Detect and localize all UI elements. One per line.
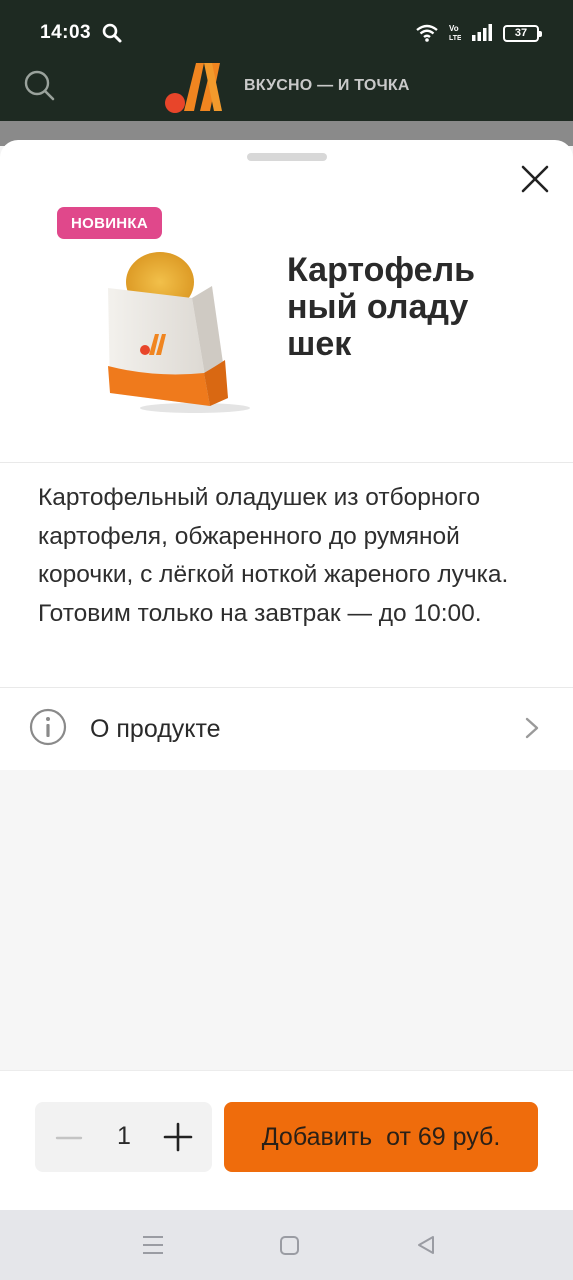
back-icon[interactable] bbox=[416, 1234, 436, 1256]
signal-icon bbox=[472, 24, 492, 41]
svg-text:Vo: Vo bbox=[449, 24, 459, 33]
search-icon bbox=[102, 23, 122, 43]
product-description: Картофельный оладушек из отборного карто… bbox=[38, 479, 548, 633]
svg-text:LTE: LTE bbox=[449, 35, 461, 42]
app-header: ВКУСНО — И ТОЧКА bbox=[0, 56, 573, 121]
add-to-cart-button[interactable]: Добавить от 69 руб. bbox=[224, 1102, 538, 1172]
about-product-label: О продукте bbox=[90, 715, 221, 743]
about-product-row[interactable]: О продукте bbox=[0, 688, 573, 770]
search-icon[interactable] bbox=[22, 68, 56, 102]
recent-apps-icon[interactable] bbox=[141, 1234, 165, 1256]
minus-icon[interactable] bbox=[55, 1124, 83, 1152]
empty-content-area bbox=[0, 770, 573, 1070]
quantity-value: 1 bbox=[117, 1122, 131, 1150]
status-time: 14:03 bbox=[40, 22, 92, 43]
divider bbox=[0, 462, 573, 463]
order-bar: 1 Добавить от 69 руб. bbox=[0, 1070, 573, 1210]
battery-level: 37 bbox=[514, 27, 528, 39]
product-image bbox=[108, 252, 250, 413]
app-top-bar: 14:03 Vo LTE 37 ВКУСНО — И ТОЧКА bbox=[0, 0, 573, 121]
info-icon bbox=[29, 708, 67, 746]
brand-text: ВКУСНО — И ТОЧКА bbox=[244, 77, 410, 94]
product-sheet: НОВИНКА Картофельный оладушек Картофельн… bbox=[0, 140, 573, 1210]
product-title: Картофельный оладушек bbox=[287, 251, 476, 363]
quantity-stepper: 1 bbox=[35, 1102, 212, 1172]
brand-logo bbox=[165, 63, 222, 113]
volte-icon: Vo LTE bbox=[449, 24, 461, 42]
new-badge: НОВИНКА bbox=[57, 207, 162, 239]
system-navigation-bar bbox=[0, 1210, 573, 1280]
schedule-note: Готовим только на завтрак — до 10:00. bbox=[38, 599, 482, 627]
battery-icon: 37 bbox=[503, 24, 542, 42]
status-bar: 14:03 Vo LTE 37 bbox=[0, 0, 573, 64]
chevron-right-icon bbox=[525, 717, 539, 739]
close-icon[interactable] bbox=[518, 162, 552, 196]
plus-icon[interactable] bbox=[163, 1122, 193, 1152]
wifi-icon bbox=[416, 24, 438, 42]
drag-handle[interactable] bbox=[247, 153, 327, 161]
status-indicators: Vo LTE 37 bbox=[415, 22, 542, 44]
description-text: Картофельный оладушек из отборного карто… bbox=[38, 484, 509, 588]
home-icon[interactable] bbox=[279, 1235, 300, 1256]
